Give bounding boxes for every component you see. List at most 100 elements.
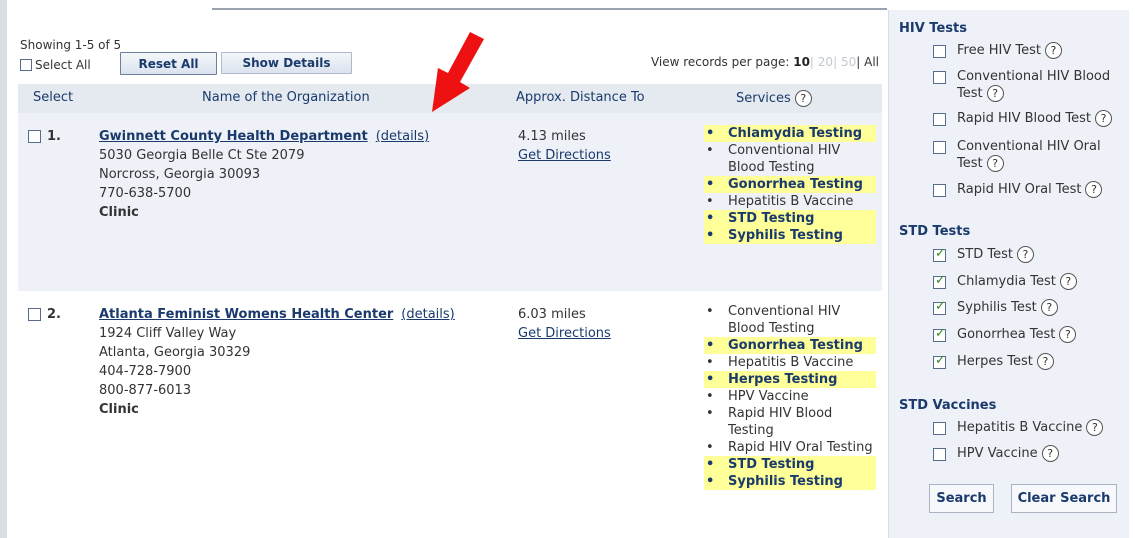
- services-help-icon[interactable]: ?: [794, 90, 812, 107]
- std-vaccines-heading: STD Vaccines: [899, 398, 997, 413]
- herpes-test-checkbox[interactable]: [933, 353, 946, 369]
- col-select: Select: [33, 90, 74, 105]
- conventional-hiv-blood-test-label: Conventional HIV Blood Test?: [957, 69, 1111, 102]
- org-phone: 404-728-7900: [99, 364, 192, 379]
- search-button[interactable]: Search: [929, 484, 994, 513]
- details-link[interactable]: (details): [376, 129, 429, 144]
- service-item: Syphilis Testing: [704, 473, 876, 490]
- row-checkbox[interactable]: [28, 130, 41, 143]
- services-list: Chlamydia Testing Conventional HIV Blood…: [704, 125, 876, 244]
- conventional-hiv-oral-test-checkbox[interactable]: [933, 141, 946, 154]
- service-item: Rapid HIV Blood Testing: [704, 405, 876, 439]
- help-icon[interactable]: ?: [1085, 181, 1103, 198]
- get-directions-link[interactable]: Get Directions: [518, 146, 611, 165]
- hepatitis-b-vaccine-checkbox[interactable]: [933, 422, 946, 435]
- rapid-hiv-blood-test-checkbox[interactable]: [933, 113, 946, 126]
- org-address-line2: Atlanta, Georgia 30329: [99, 345, 251, 360]
- service-item: Rapid HIV Oral Testing: [704, 439, 876, 456]
- select-all-label: Select All: [35, 58, 91, 72]
- org-info: Gwinnett County Health Department (detail…: [99, 127, 429, 222]
- distance-cell: 4.13 miles Get Directions: [518, 127, 611, 165]
- syphilis-test-label: Syphilis Test?: [957, 299, 1135, 316]
- help-icon[interactable]: ?: [1036, 353, 1054, 370]
- service-item: Chlamydia Testing: [704, 125, 876, 142]
- per-page-all[interactable]: All: [864, 55, 879, 69]
- org-phone: 770-638-5700: [99, 186, 192, 201]
- row-select[interactable]: 2.: [28, 307, 61, 322]
- free-hiv-test-label: Free HIV Test?: [957, 42, 1135, 59]
- std-test-label: STD Test?: [957, 246, 1135, 263]
- help-icon[interactable]: ?: [1016, 246, 1034, 263]
- show-details-button[interactable]: Show Details: [221, 52, 352, 74]
- chlamydia-test-checkbox[interactable]: [933, 273, 946, 289]
- help-icon[interactable]: ?: [1086, 419, 1104, 436]
- rapid-hiv-oral-test-checkbox[interactable]: [933, 184, 946, 197]
- service-item: Herpes Testing: [704, 371, 876, 388]
- free-hiv-test-checkbox[interactable]: [933, 45, 946, 58]
- herpes-test-label: Herpes Test?: [957, 353, 1135, 370]
- row-select[interactable]: 1.: [28, 129, 61, 144]
- syphilis-test-checkbox[interactable]: [933, 299, 946, 315]
- org-type: Clinic: [99, 205, 139, 220]
- conventional-hiv-oral-test-label: Conventional HIV Oral Test?: [957, 139, 1101, 172]
- row-checkbox[interactable]: [28, 308, 41, 321]
- org-address-line1: 5030 Georgia Belle Ct Ste 2079: [99, 148, 305, 163]
- per-page-label: View records per page:: [650, 55, 790, 69]
- hiv-tests-heading: HIV Tests: [899, 21, 967, 36]
- help-icon[interactable]: ?: [1059, 326, 1077, 343]
- table-row: 1. Gwinnett County Health Department (det…: [18, 113, 882, 291]
- distance-value: 4.13 miles: [518, 129, 586, 144]
- per-page-20[interactable]: 20: [818, 55, 833, 69]
- gonorrhea-test-checkbox[interactable]: [933, 326, 946, 342]
- help-icon[interactable]: ?: [1041, 445, 1059, 462]
- std-test-checkbox[interactable]: [933, 246, 946, 262]
- reset-all-button[interactable]: Reset All: [120, 52, 217, 75]
- help-icon[interactable]: ?: [1059, 273, 1077, 290]
- service-item: Hepatitis B Vaccine: [704, 193, 876, 210]
- org-name-link[interactable]: Gwinnett County Health Department: [99, 129, 368, 144]
- col-name: Name of the Organization: [202, 90, 370, 105]
- org-phone-alt: 800-877-6013: [99, 383, 192, 398]
- service-item: Hepatitis B Vaccine: [704, 354, 876, 371]
- org-address-line2: Norcross, Georgia 30093: [99, 167, 261, 182]
- service-item: Syphilis Testing: [704, 227, 876, 244]
- conventional-hiv-blood-test-checkbox[interactable]: [933, 71, 946, 84]
- service-item: STD Testing: [704, 456, 876, 473]
- row-number: 2.: [47, 307, 61, 322]
- service-item: Conventional HIV Blood Testing: [704, 142, 876, 176]
- help-icon[interactable]: ?: [1040, 299, 1058, 316]
- table-row: 2. Atlanta Feminist Womens Health Center…: [18, 291, 882, 538]
- org-address-line1: 1924 Cliff Valley Way: [99, 326, 237, 341]
- service-item: Gonorrhea Testing: [704, 337, 876, 354]
- rapid-hiv-blood-test-label: Rapid HIV Blood Test?: [957, 110, 1135, 127]
- hepatitis-b-vaccine-label: Hepatitis B Vaccine?: [957, 419, 1135, 436]
- select-all[interactable]: Select All: [20, 58, 91, 72]
- org-type: Clinic: [99, 402, 139, 417]
- help-icon[interactable]: ?: [1095, 110, 1113, 127]
- service-item: HPV Vaccine: [704, 388, 876, 405]
- distance-value: 6.03 miles: [518, 307, 586, 322]
- results-panel: Showing 1-5 of 5 Select All Reset All Sh…: [18, 0, 884, 538]
- records-per-page: View records per page: 10| 20| 50| All: [650, 55, 879, 69]
- service-item: Gonorrhea Testing: [704, 176, 876, 193]
- help-icon[interactable]: ?: [1044, 42, 1062, 59]
- left-rail: [0, 0, 7, 538]
- row-number: 1.: [47, 129, 61, 144]
- select-all-checkbox[interactable]: [20, 59, 32, 71]
- help-icon[interactable]: ?: [986, 85, 1004, 102]
- per-page-50[interactable]: 50: [841, 55, 856, 69]
- clear-search-button[interactable]: Clear Search: [1011, 484, 1117, 513]
- std-tests-heading: STD Tests: [899, 224, 971, 239]
- services-list: Conventional HIV Blood Testing Gonorrhea…: [704, 303, 876, 490]
- red-arrow-annotation: [432, 32, 484, 112]
- distance-cell: 6.03 miles Get Directions: [518, 305, 611, 343]
- details-link[interactable]: (details): [401, 307, 454, 322]
- help-icon[interactable]: ?: [986, 155, 1004, 172]
- col-services: Services?: [736, 90, 812, 107]
- per-page-10[interactable]: 10: [793, 55, 810, 69]
- col-distance: Approx. Distance To: [516, 90, 645, 105]
- get-directions-link[interactable]: Get Directions: [518, 324, 611, 343]
- hpv-vaccine-checkbox[interactable]: [933, 448, 946, 461]
- org-name-link[interactable]: Atlanta Feminist Womens Health Center: [99, 307, 393, 322]
- service-item: STD Testing: [704, 210, 876, 227]
